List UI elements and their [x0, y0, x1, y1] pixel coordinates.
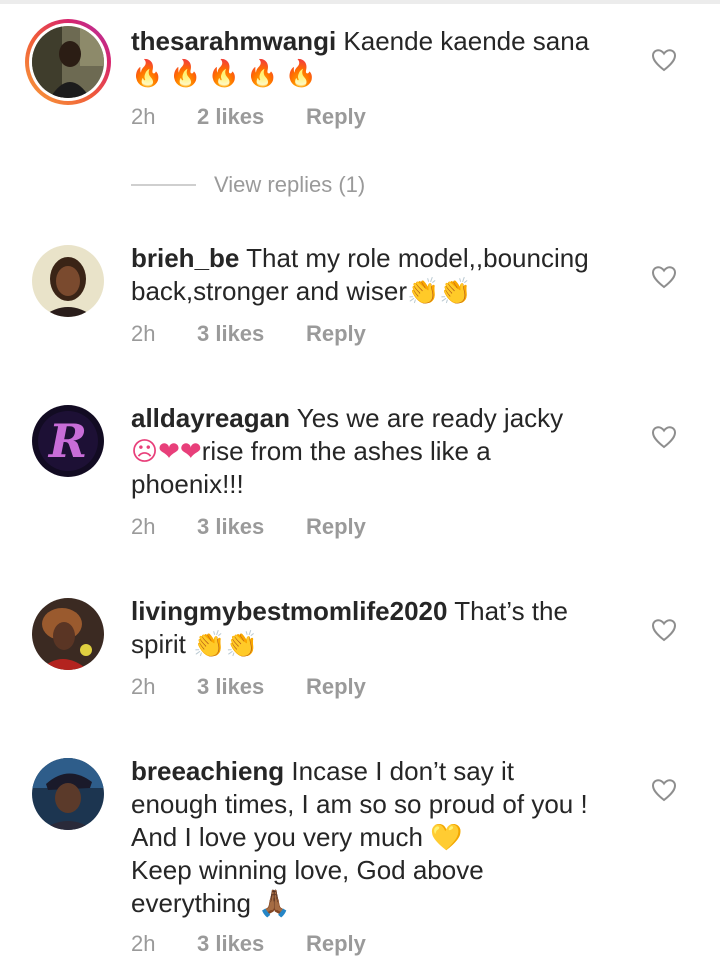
comment-username[interactable]: livingmybestmomlife2020 [131, 596, 447, 626]
comment-text-line2: enough times, I am so so proud of you ! [131, 789, 588, 819]
replies-divider [131, 184, 196, 186]
comment-username[interactable]: thesarahmwangi [131, 26, 336, 56]
fire-emoji-row: 🔥🔥🔥🔥🔥 [131, 59, 323, 89]
comment-text: Kaende kaende sana [343, 26, 590, 56]
comment-text-line2: rise from the ashes like a [201, 436, 491, 466]
comment-username[interactable]: brieh_be [131, 243, 239, 273]
comment-meta: 2h 3 likes Reply [131, 931, 366, 957]
comment-time: 2h [131, 321, 156, 346]
comment-time: 2h [131, 931, 156, 956]
comment-time: 2h [131, 514, 156, 539]
heart-outline-icon[interactable] [651, 425, 677, 449]
reply-button[interactable]: Reply [306, 514, 366, 540]
avatar[interactable] [32, 758, 104, 830]
comment-meta: 2h 2 likes Reply [131, 104, 366, 130]
comment-time: 2h [131, 104, 156, 129]
yellow-heart-emoji: 💛 [430, 823, 463, 853]
avatar[interactable]: R [32, 405, 104, 477]
view-replies-label[interactable]: View replies (1) [214, 172, 365, 198]
top-divider [0, 0, 720, 4]
comment-text-line4: Keep winning love, God above [131, 855, 484, 885]
reply-button[interactable]: Reply [306, 931, 366, 957]
svg-text:R: R [47, 414, 87, 468]
heart-outline-icon[interactable] [651, 778, 677, 802]
comment-likes[interactable]: 3 likes [197, 321, 306, 347]
reply-button[interactable]: Reply [306, 674, 366, 700]
heart-outline-icon[interactable] [651, 618, 677, 642]
avatar[interactable] [32, 598, 104, 670]
comment-text: That’s the [454, 596, 568, 626]
avatar[interactable] [32, 245, 104, 317]
comment-meta: 2h 3 likes Reply [131, 321, 366, 347]
comment-text: Incase I don’t say it [291, 756, 514, 786]
sad-hearts-emoji: ☹❤❤ [131, 437, 202, 467]
heart-outline-icon[interactable] [651, 265, 677, 289]
comment-text-line3: And I love you very much [131, 822, 423, 852]
comment-text: Yes we are ready jacky [296, 403, 564, 433]
comment-likes[interactable]: 3 likes [197, 931, 306, 957]
comment-username[interactable]: breeachieng [131, 756, 284, 786]
comment-text-line2: spirit 👏👏 [131, 629, 258, 659]
reply-button[interactable]: Reply [306, 104, 366, 130]
comment-likes[interactable]: 3 likes [197, 514, 306, 540]
avatar[interactable] [32, 26, 104, 98]
clap-emoji: 👏👏 [407, 277, 472, 307]
heart-outline-icon[interactable] [651, 48, 677, 72]
comment-username[interactable]: alldayreagan [131, 403, 290, 433]
comment-text-line3: phoenix!!! [131, 469, 244, 499]
comment-likes[interactable]: 2 likes [197, 104, 306, 130]
reply-button[interactable]: Reply [306, 321, 366, 347]
pray-emoji: 🙏🏾 [258, 889, 291, 919]
comment-text-line5: everything [131, 888, 251, 918]
comment-likes[interactable]: 3 likes [197, 674, 306, 700]
comment-meta: 2h 3 likes Reply [131, 674, 366, 700]
comment-time: 2h [131, 674, 156, 699]
comment-meta: 2h 3 likes Reply [131, 514, 366, 540]
